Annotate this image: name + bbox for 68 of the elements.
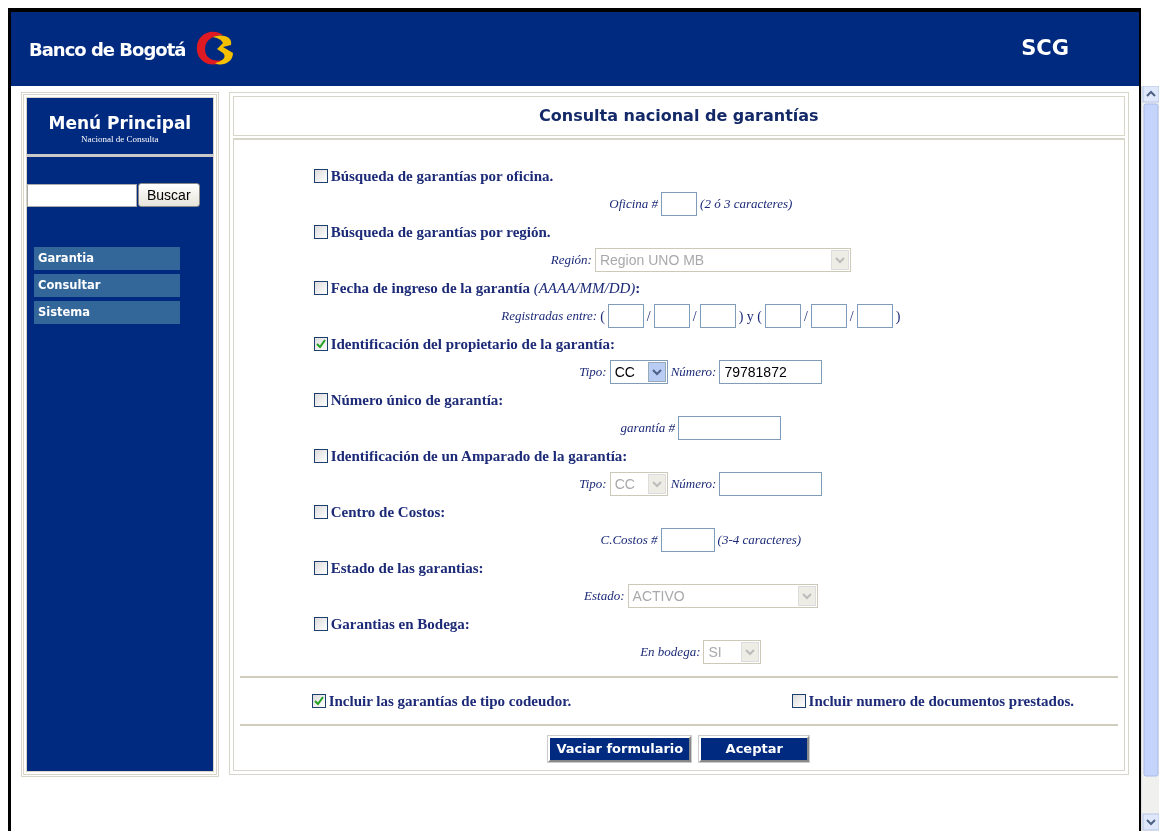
checkbox[interactable] [311, 694, 326, 708]
checkbox[interactable] [313, 281, 328, 295]
checkbox[interactable] [313, 449, 328, 463]
input-field[interactable] [660, 528, 715, 552]
input-field[interactable] [810, 304, 847, 328]
field-label: Región: [550, 251, 592, 270]
checkbox[interactable] [313, 505, 328, 519]
menu-item[interactable]: Garantia [34, 247, 180, 271]
scrollbar-drawing[interactable] [1141, 86, 1159, 831]
checkbox[interactable] [313, 617, 328, 631]
brand-name: Banco de Bogotá [29, 37, 186, 62]
menu-title: Menú Principal [47, 112, 193, 133]
caret-icon[interactable] [647, 362, 666, 382]
option-label: Incluir las garantías de tipo codeudor. [328, 691, 572, 711]
separator-text: ) [895, 307, 901, 326]
input-field[interactable] [661, 192, 698, 216]
separator-text: / [849, 307, 854, 326]
input-field[interactable] [764, 304, 801, 328]
search-field[interactable] [27, 183, 137, 207]
checkbox[interactable] [313, 337, 328, 351]
checkbox[interactable] [313, 225, 328, 239]
section-label: Fecha de ingreso de la garantía (AAAA/MM/DD): [330, 278, 641, 298]
hint-text: (2 ó 3 caracteres) [700, 195, 793, 214]
field-label: Registradas entre: [501, 307, 598, 326]
input-field[interactable]: 79781872 [719, 360, 823, 384]
section-label: Estado de las garantias: [330, 558, 484, 578]
separator-text: / [692, 307, 697, 326]
checkbox[interactable] [313, 393, 328, 407]
app-name: SCG [1021, 35, 1069, 63]
input-field[interactable] [678, 416, 782, 440]
field-label: Estado: [584, 587, 625, 606]
input-field[interactable] [653, 304, 690, 328]
separator-text: ) y ( [738, 307, 762, 326]
dropdown[interactable]: CC [609, 360, 668, 384]
field-label: Número: [670, 475, 717, 494]
menu-subtitle: Nacional de Consulta [27, 132, 213, 158]
section-label: Número único de garantía: [330, 390, 504, 410]
field-label: Tipo: [579, 475, 607, 494]
clear-button[interactable]: Vaciar formulario [548, 736, 692, 762]
field-label: Oficina # [609, 195, 659, 214]
separator-text: / [646, 307, 651, 326]
input-field[interactable] [719, 472, 823, 496]
menu-item[interactable]: Consultar [34, 274, 180, 298]
hint-text: (3-4 caracteres) [717, 531, 802, 550]
field-label: En bodega: [640, 643, 701, 662]
checkbox[interactable] [791, 694, 806, 708]
field-label: garantía # [620, 419, 676, 438]
field-label: Tipo: [579, 363, 607, 382]
section-label: Garantias en Bodega: [330, 614, 470, 634]
input-field[interactable] [856, 304, 893, 328]
checkbox[interactable] [313, 169, 328, 183]
section-label: Identificación del propietario de la garantía: [330, 334, 615, 354]
page-title: Consulta nacional de garantías [539, 105, 819, 127]
section-label: Centro de Costos: [330, 502, 446, 522]
menu-item[interactable]: Sistema [34, 301, 180, 325]
input-field[interactable] [699, 304, 736, 328]
accept-button[interactable]: Aceptar [699, 736, 810, 762]
section-label: Búsqueda de garantías por oficina. [330, 166, 554, 186]
search-button[interactable]: Buscar [138, 183, 200, 208]
checkbox[interactable] [313, 561, 328, 575]
separator-text: / [803, 307, 808, 326]
separator-text: ( [600, 307, 605, 326]
option-label: Incluir numero de documentos prestados. [808, 691, 1074, 711]
field-label: C.Costos # [600, 531, 658, 550]
input-field[interactable] [607, 304, 644, 328]
field-label: Número: [670, 363, 717, 382]
section-label: Búsqueda de garantías por región. [330, 222, 551, 242]
section-label: Identificación de un Amparado de la garantía: [330, 446, 628, 466]
